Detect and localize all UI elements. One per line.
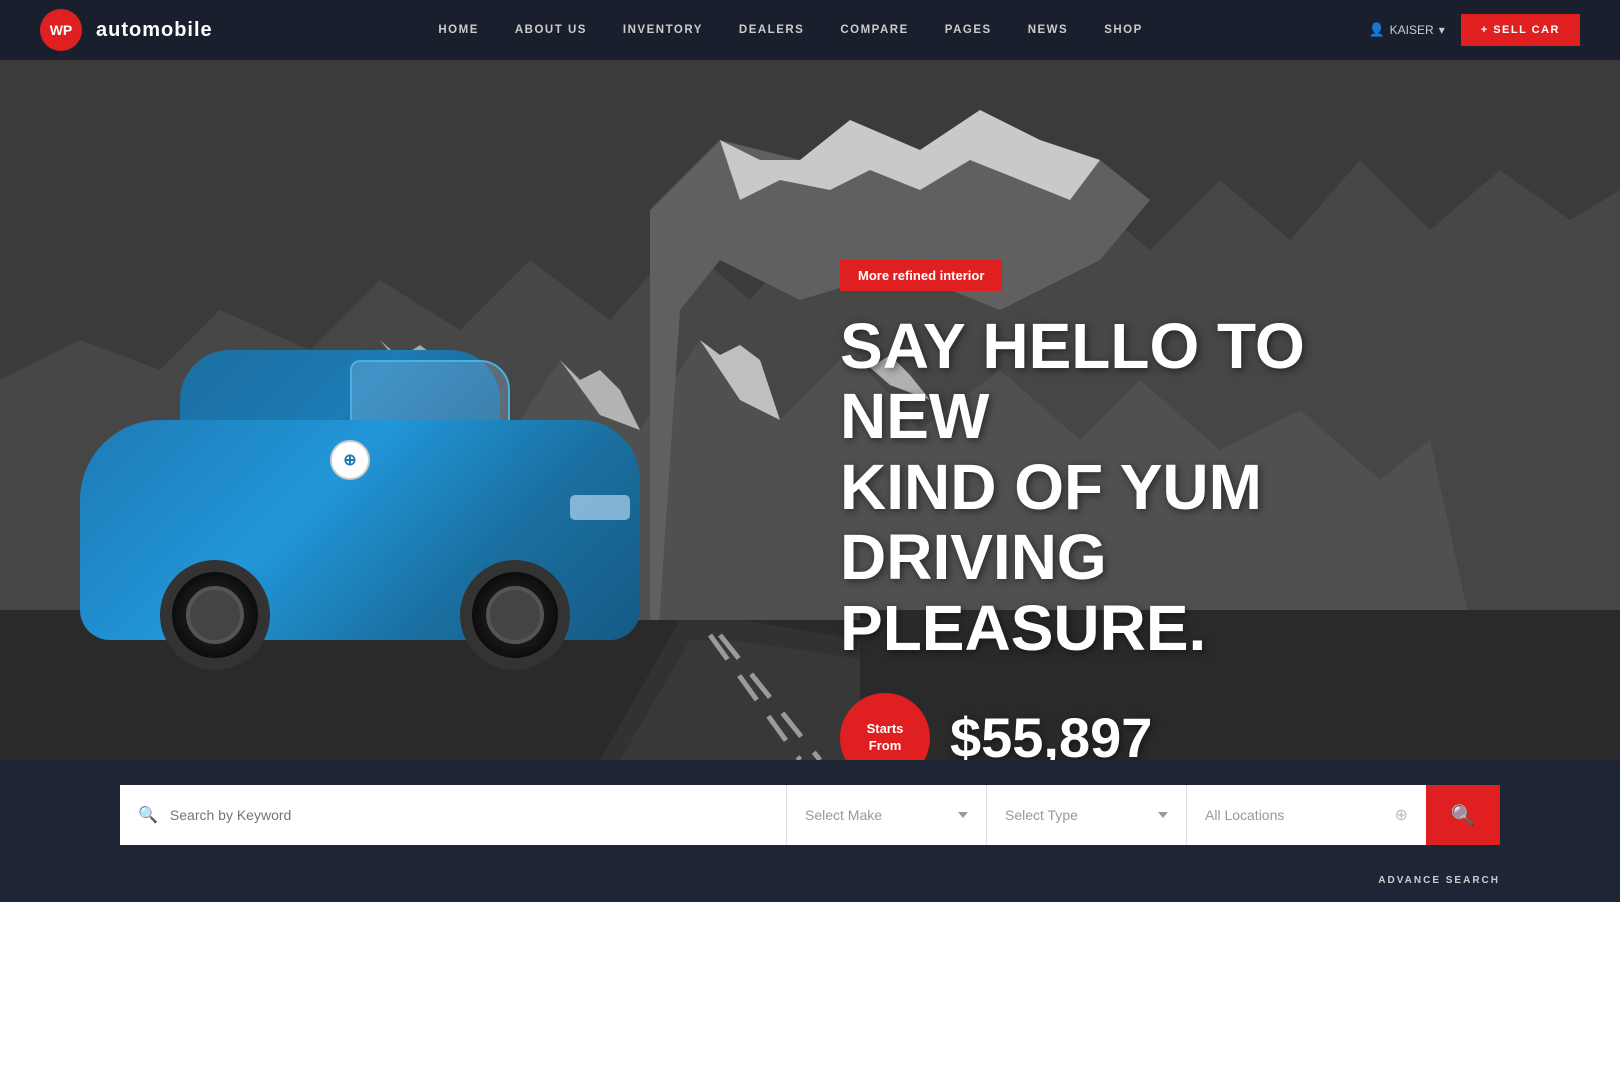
nav-dealers[interactable]: DEALERS — [739, 24, 804, 36]
advance-search-row: ADVANCE SEARCH — [0, 870, 1620, 902]
hero-price: $55,897 — [950, 705, 1152, 760]
search-input[interactable] — [170, 807, 768, 823]
navbar-center: HOME ABOUT US INVENTORY DEALERS COMPARE … — [438, 24, 1142, 36]
nav-compare[interactable]: COMPARE — [840, 24, 908, 36]
search-icon: 🔍 — [138, 805, 158, 825]
advance-search-link[interactable]: ADVANCE SEARCH — [1378, 875, 1500, 886]
nav-news[interactable]: NEWS — [1028, 24, 1069, 36]
navbar-left: WP automobile — [40, 9, 213, 51]
hero-title-line3: DRIVING PLEASURE. — [840, 522, 1440, 663]
navbar: WP automobile HOME ABOUT US INVENTORY DE… — [0, 0, 1620, 60]
hero-price-area: Starts From $55,897 — [840, 693, 1440, 760]
nav-about[interactable]: ABOUT US — [515, 24, 587, 36]
location-label: All Locations — [1205, 807, 1387, 823]
brand-name: automobile — [96, 19, 213, 42]
user-chevron-icon: ▾ — [1439, 23, 1445, 37]
nav-home[interactable]: HOME — [438, 24, 479, 36]
starts-label: Starts — [867, 721, 904, 738]
nav-shop[interactable]: SHOP — [1104, 24, 1143, 36]
select-make-chevron-icon — [958, 812, 968, 818]
search-bar-section: 🔍 Select Make Select Type All Locations … — [0, 760, 1620, 870]
select-make-wrapper[interactable]: Select Make — [786, 785, 986, 845]
nav-inventory[interactable]: INVENTORY — [623, 24, 703, 36]
location-wrapper[interactable]: All Locations ⊕ — [1186, 785, 1426, 845]
starts-from-badge: Starts From — [840, 693, 930, 760]
from-label: From — [869, 738, 902, 755]
select-type-chevron-icon — [1158, 812, 1168, 818]
hero-title-line1: SAY HELLO TO NEW — [840, 311, 1440, 452]
select-make-label: Select Make — [805, 807, 950, 823]
hero-title-line2: KIND OF YUM — [840, 452, 1440, 522]
hero-badge: More refined interior — [840, 260, 1002, 291]
navbar-right: 👤 KAISER ▾ + SELL CAR — [1368, 14, 1580, 46]
location-icon: ⊕ — [1395, 805, 1408, 825]
search-button-icon: 🔍 — [1451, 803, 1476, 828]
sell-car-button[interactable]: + SELL CAR — [1461, 14, 1580, 46]
user-icon: 👤 — [1368, 22, 1384, 38]
user-name: KAISER — [1390, 23, 1434, 37]
nav-pages[interactable]: PAGES — [945, 24, 992, 36]
search-button[interactable]: 🔍 — [1426, 785, 1500, 845]
keyword-search-wrapper[interactable]: 🔍 — [120, 785, 786, 845]
hero-section: ⊕ More refined interior SAY HELLO TO NEW… — [0, 60, 1620, 760]
hero-car: ⊕ — [80, 300, 660, 680]
logo-icon: WP — [40, 9, 82, 51]
select-type-wrapper[interactable]: Select Type — [986, 785, 1186, 845]
user-menu[interactable]: 👤 KAISER ▾ — [1368, 22, 1444, 38]
hero-content: More refined interior SAY HELLO TO NEW K… — [840, 260, 1440, 760]
hero-title: SAY HELLO TO NEW KIND OF YUM DRIVING PLE… — [840, 311, 1440, 663]
select-type-label: Select Type — [1005, 807, 1150, 823]
